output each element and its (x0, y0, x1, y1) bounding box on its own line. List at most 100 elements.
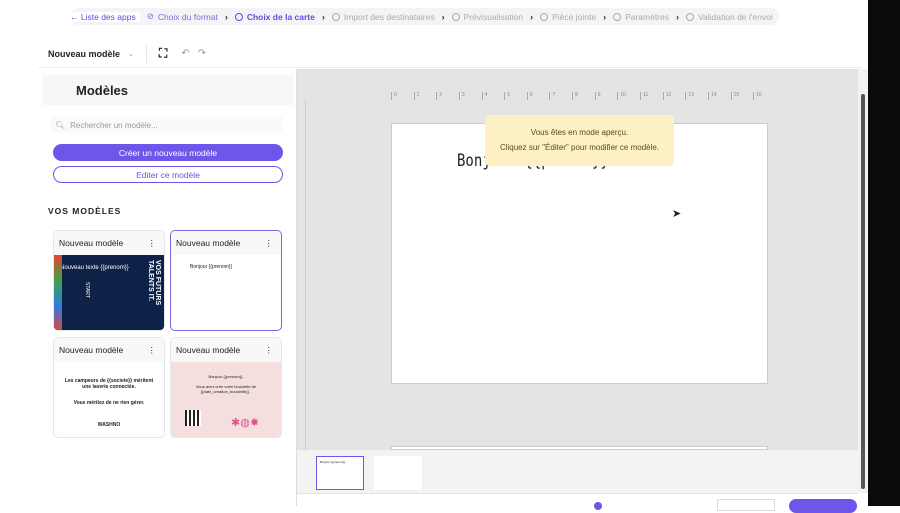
horizontal-ruler: 0 1 2 3 4 5 6 7 8 9 10 11 12 13 14 15 16 (391, 92, 776, 100)
decoration-icons: ✱◍✸ (231, 417, 260, 429)
circle-icon (613, 12, 622, 21)
step-label: Choix de la carte (246, 11, 315, 22)
step-validation[interactable]: Validation de l'envoi (686, 12, 773, 22)
more-icon[interactable]: ⋮ (265, 238, 274, 249)
step-settings[interactable]: Paramètres (613, 12, 669, 22)
sidebar-title: Modèles (43, 75, 293, 105)
more-icon[interactable]: ⋮ (265, 345, 274, 356)
step-label: Choix du format (157, 11, 218, 22)
vertical-ruler (298, 100, 306, 450)
ruler-tick: 16 (753, 92, 776, 100)
ruler-tick: 8 (572, 92, 595, 100)
card-preview-text: Les campeurs de {{societe}} méritent une… (64, 378, 154, 390)
ruler-tick: 5 (504, 92, 527, 100)
model-card[interactable]: Nouveau modèle ⋮ Les campeurs de {{societ… (53, 337, 165, 438)
circle-icon (331, 12, 340, 21)
page-thumbnail[interactable] (374, 456, 422, 490)
chevron-right-icon: › (224, 11, 228, 22)
card-title: Nouveau modèle (59, 238, 124, 248)
card-preview-text: START (83, 282, 90, 298)
zoom-input[interactable] (717, 499, 775, 511)
step-label: Paramètres (625, 11, 669, 22)
more-icon[interactable]: ⋮ (148, 345, 157, 356)
ruler-tick: 15 (730, 92, 754, 100)
search-placeholder: Rechercher un modèle... (70, 120, 158, 130)
chevron-right-icon: › (676, 11, 679, 22)
ruler-tick: 12 (662, 92, 686, 100)
chevron-down-icon[interactable]: ⌄ (128, 50, 134, 58)
fullscreen-icon[interactable]: ⛶ (159, 46, 167, 61)
search-input[interactable]: 🔍︎ Rechercher un modèle... (51, 117, 283, 133)
qr-code (185, 410, 201, 426)
card-title: Nouveau modèle (59, 345, 124, 355)
step-import[interactable]: Import des destinataires (331, 11, 435, 22)
card-preview-text: Bonjour {{prenom}} (190, 264, 233, 270)
zoom-slider-handle[interactable] (594, 502, 602, 510)
back-label: Liste des apps (80, 11, 136, 22)
primary-action-button[interactable] (789, 499, 857, 513)
check-circle-icon: ⊘ (146, 11, 154, 21)
page-thumbnail[interactable]: Bonjour {{prenom}} (316, 456, 364, 490)
card-preview-text: VOS FUTURS TALENTS IT. (147, 260, 161, 306)
ruler-tick: 2 (436, 92, 459, 100)
vertical-scrollbar[interactable] (858, 69, 868, 493)
chevron-right-icon: › (441, 11, 445, 22)
circle-icon (540, 12, 549, 21)
tooltip-line: Vous êtes en mode aperçu. (530, 128, 629, 137)
divider (145, 44, 147, 63)
card-preview-text: Vous méritez de ne rien gérer. (73, 400, 145, 406)
ruler-tick: 4 (481, 92, 505, 100)
ruler-tick: 6 (526, 92, 550, 100)
preview-mode-tooltip: Vous êtes en mode aperçu. Cliquez sur "É… (485, 115, 674, 166)
circle-icon (686, 12, 694, 21)
step-attachment[interactable]: Pièce jointe (540, 12, 596, 22)
edit-model-button[interactable]: Editer ce modèle (53, 166, 283, 183)
ruler-tick: 7 (549, 92, 572, 100)
back-to-apps-link[interactable]: ← Liste des apps (70, 11, 140, 22)
chevron-right-icon: › (603, 11, 607, 22)
ruler-tick: 13 (685, 92, 708, 100)
redo-icon[interactable]: ↷ (198, 48, 206, 59)
window-edge (868, 0, 900, 506)
more-icon[interactable]: ⋮ (148, 238, 157, 249)
ruler-tick: 1 (413, 92, 437, 100)
page-thumbnails: Bonjour {{prenom}} (297, 450, 858, 493)
step-format[interactable]: ⊘ Choix du format (147, 11, 218, 22)
breadcrumb-steps: ← Liste des apps ⊘ Choix du format › Choix… (70, 8, 779, 25)
model-card-selected[interactable]: Nouveau modèle ⋮ Bonjour {{prenom}} (170, 230, 282, 331)
step-label: Validation de l'envoi (698, 11, 773, 22)
model-select[interactable]: Nouveau modèle (48, 49, 120, 59)
model-card[interactable]: Nouveau modèle ⋮ Nouveau texte {{prenom}}… (53, 230, 165, 331)
card-preview-text: Bonjour {{prenom}}, (208, 374, 244, 379)
bottom-bar (297, 493, 858, 513)
card-preview-text: Vous avez créé votre bouclette de {{date… (195, 384, 257, 394)
card-title: Nouveau modèle (176, 238, 241, 248)
step-label: Prévisualisation (463, 11, 524, 22)
card-title: Nouveau modèle (176, 345, 241, 355)
ruler-tick: 14 (707, 92, 731, 100)
models-sidebar: Modèles 🔍︎ Rechercher un modèle... Créer … (38, 69, 297, 506)
circle-icon (234, 12, 243, 21)
editor-toolbar: Nouveau modèle ⌄ ⛶ ↶ ↷ (38, 40, 862, 68)
chevron-right-icon: › (530, 11, 534, 22)
step-preview[interactable]: Prévisualisation (451, 11, 524, 22)
ruler-tick: 11 (640, 92, 663, 100)
undo-icon[interactable]: ↶ (181, 48, 189, 59)
step-card[interactable]: Choix de la carte (234, 11, 315, 22)
ruler-tick: 10 (617, 92, 640, 100)
mouse-cursor-icon: ➤ (672, 208, 682, 220)
tooltip-line: Cliquez sur "Éditer" pour modifier ce mo… (499, 143, 660, 152)
circle-icon (451, 12, 460, 21)
ruler-tick: 9 (594, 92, 618, 100)
ruler-tick: 0 (391, 92, 414, 100)
search-icon: 🔍︎ (55, 120, 66, 130)
step-label: Pièce jointe (552, 11, 597, 22)
scrollbar-thumb[interactable] (861, 94, 865, 489)
section-title: VOS MODÈLES (48, 206, 122, 216)
create-model-button[interactable]: Créer un nouveau modèle (53, 144, 283, 161)
ruler-tick: 3 (458, 92, 482, 100)
card-preview-text: Nouveau texte {{prenom}} (60, 265, 129, 271)
model-card[interactable]: Nouveau modèle ⋮ Bonjour {{prenom}}, Vous… (170, 337, 282, 438)
step-label: Import des destinataires (343, 11, 435, 22)
chevron-right-icon: › (321, 11, 325, 22)
